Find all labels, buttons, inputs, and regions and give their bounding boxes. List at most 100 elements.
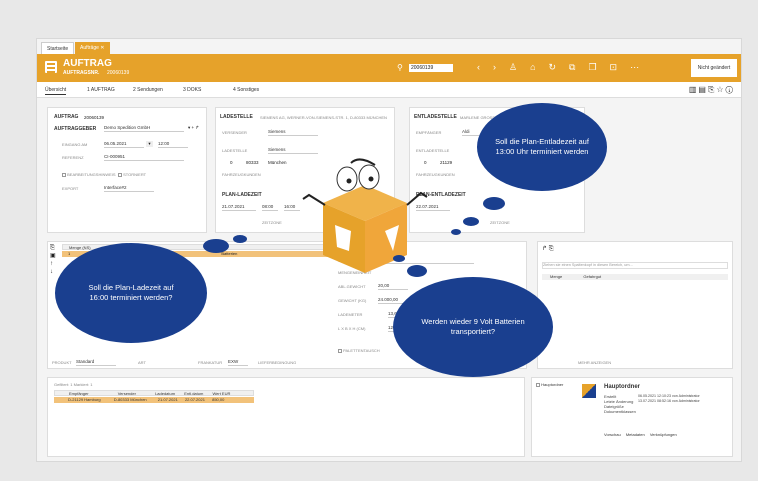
- field-label-3: LADEMETER: [338, 312, 363, 317]
- product-select[interactable]: Standard: [76, 359, 116, 366]
- menu-icon[interactable]: [45, 61, 57, 73]
- cell-shipper: D-80333 München: [113, 397, 147, 402]
- loading-place-label: LADESTELLE: [222, 148, 248, 153]
- view-toggle-icons[interactable]: ▥▤⎘☆ⓘ: [689, 85, 735, 95]
- panel-title: AUFTRAG: [54, 114, 79, 120]
- main-folder-check-label: Hauptordner: [541, 382, 564, 387]
- main-folder-checkbox[interactable]: Hauptordner: [536, 382, 563, 387]
- row-goods: Batterien: [221, 251, 238, 256]
- side-grid-panel: ↱ ⎘ Ziehen sie einen Spaltenkopf in dies…: [537, 241, 733, 369]
- tab-links[interactable]: Verknüpfungen: [650, 432, 677, 437]
- cloud-bubble: [451, 229, 461, 235]
- mascot-illustration: [302, 158, 428, 273]
- plan-loading-date[interactable]: 21.07.2021: [222, 204, 256, 211]
- field-label-4: L X B X H (CM): [338, 326, 366, 331]
- main-folder-title: Hauptordner: [604, 384, 640, 390]
- pallet-exchange-label: PALETTENTAUSCH: [343, 348, 380, 353]
- received-label: EINGANG AM: [62, 142, 88, 147]
- side-toolbar-icons[interactable]: ↱ ⎘: [542, 245, 554, 253]
- cancelled-label: STORNIERT: [123, 172, 147, 177]
- loading-title: LADESTELLE: [220, 114, 253, 120]
- col-value: Wert EUR: [212, 391, 231, 396]
- col-unload-date: Entl.datum: [184, 391, 204, 396]
- orders-grid-panel: Gefiltert: 1 Markiert: 1 Empfänger Verse…: [47, 377, 525, 457]
- meta-value-modified: 13.07.2021 08:52:16 von Administrator: [638, 399, 700, 403]
- tab-sonstiges[interactable]: 4 Sonstiges: [233, 87, 259, 93]
- delivery-terms-label: LIEFERBEDINGUNG: [258, 360, 297, 365]
- reference-field[interactable]: CI-000951: [104, 154, 184, 161]
- product-label: PRODUKT: [52, 360, 72, 365]
- order-panel: AUFTRAG 20060139 AUFTRAGGEBER Demo Spedi…: [47, 107, 207, 233]
- export-label: EXPORT: [62, 186, 79, 191]
- cloud-bubble: [203, 239, 229, 253]
- field-label-1: ABL.GEWICHT: [338, 284, 366, 289]
- cell-consignee: D-21129 Hamburg: [68, 397, 101, 402]
- table-row[interactable]: D-21129 Hamburg D-80333 München 21.07.20…: [54, 397, 254, 403]
- tab-sendungen[interactable]: 2 Sendungen: [133, 87, 163, 93]
- client-field[interactable]: Demo Spedition GmbH: [104, 125, 184, 132]
- loading-country: 0: [230, 160, 233, 165]
- unloading-timezone-label: ZEITZONE: [490, 220, 510, 225]
- tab-metadata[interactable]: Metadaten: [626, 432, 645, 437]
- status-badge: Nicht geändert: [691, 59, 737, 77]
- field-value-1[interactable]: 20,00: [378, 283, 408, 290]
- filter-status: Gefiltert: 1 Markiert: 1: [54, 382, 93, 387]
- col-quantity: Menge (NS): [69, 245, 91, 250]
- group-drop-area[interactable]: Ziehen sie einen Spaltenkopf in diesen B…: [542, 262, 728, 269]
- tab-doks[interactable]: 3 DOKS: [183, 87, 201, 93]
- position-toolbar-icons[interactable]: ⎘ ▣ ↑ ↓: [50, 244, 56, 276]
- tab-auftraege-label: Aufträge: [80, 45, 99, 51]
- close-icon[interactable]: ✕: [100, 45, 104, 51]
- cell-load-date: 21.07.2021: [157, 397, 178, 402]
- cell-unload-date: 22.07.2021: [184, 397, 205, 402]
- loading-timezone-label: ZEITZONE: [262, 220, 282, 225]
- received-time-field[interactable]: 12:00: [158, 141, 188, 148]
- cancelled-checkbox[interactable]: STORNIERT: [118, 172, 146, 177]
- tab-uebersicht[interactable]: Übersicht: [45, 87, 67, 95]
- header-toolbar-icons[interactable]: ‹›♙⌂↻⧉❐⊡⋯: [477, 62, 652, 73]
- record-header: AUFTRAG AUFTRAGSNR. 20060139 ⚲ 20060139 …: [37, 54, 741, 82]
- client-label: AUFTRAGGEBER: [54, 126, 97, 132]
- client-actions-icon[interactable]: ▾ + ↱: [188, 125, 199, 131]
- search-input[interactable]: 20060139: [409, 64, 453, 72]
- row-quantity: 1: [68, 251, 71, 256]
- search-icon[interactable]: ⚲: [397, 63, 403, 72]
- cloud-bubble: [407, 265, 427, 277]
- col-shipper: Versender: [117, 391, 136, 396]
- show-more-link[interactable]: MEHR ANZEIGEN: [578, 360, 611, 365]
- unloading-title: ENTLADESTELLE: [414, 114, 457, 120]
- order-number-value: 20060139: [107, 70, 130, 76]
- processing-note-label: BEARBEITUNGSHINWEIS: [67, 172, 116, 177]
- col-consignee: Empfänger: [69, 391, 89, 396]
- cloud-bubble: [463, 217, 479, 226]
- plan-loading-from[interactable]: 08:00: [262, 204, 278, 211]
- reference-label: REFERENZ: [62, 155, 84, 160]
- side-col-hazard: Gefahrgut: [583, 274, 602, 279]
- unloading-zip: 21129: [440, 160, 453, 165]
- document-tabs[interactable]: Vorschau Metadaten Verknüpfungen: [604, 432, 677, 437]
- freight-terms-select[interactable]: EXW: [228, 359, 248, 366]
- calendar-icon[interactable]: ▾: [146, 141, 153, 147]
- loading-city: München: [268, 160, 287, 165]
- cloud-bubble: [233, 235, 247, 243]
- tab-auftrag[interactable]: 1 AUFTRAG: [87, 87, 115, 93]
- pallet-exchange-checkbox[interactable]: PALETTENTAUSCH: [338, 348, 380, 353]
- side-grid-header: Menge Gefahrgut: [542, 274, 728, 280]
- processing-note-checkbox[interactable]: BEARBEITUNGSHINWEIS: [62, 172, 116, 177]
- main-folder-meta-values: 06.05.2021 12:10:23 von Administrator 13…: [638, 394, 700, 404]
- freight-terms-label: FRANKATUR: [198, 360, 223, 365]
- tab-preview[interactable]: Vorschau: [604, 432, 621, 437]
- side-col-quantity: Menge: [550, 274, 563, 279]
- received-date-field[interactable]: 06.05.2021: [104, 141, 144, 148]
- export-select[interactable]: Interface#2: [104, 185, 154, 192]
- order-number-label: AUFTRAGSNR.: [63, 70, 100, 76]
- loading-zip: 80333: [246, 160, 259, 165]
- documents-panel: Hauptordner Hauptordner Erstellt Letzte …: [531, 377, 733, 457]
- meta-label-classes: Dokumentklassen: [604, 409, 636, 414]
- section-tabs: Übersicht 1 AUFTRAG 2 Sendungen 3 DOKS 4…: [37, 82, 741, 98]
- loading-subtitle: SIEMENS AG, WERNER-VON-SIEMENS-STR. 1, D…: [260, 115, 387, 120]
- tab-startseite[interactable]: Startseite: [41, 42, 75, 54]
- tab-auftraege[interactable]: Aufträge ✕: [75, 42, 110, 54]
- folder-cube-icon: [582, 384, 596, 398]
- plan-loading-title: PLAN-LADEZEIT: [222, 192, 262, 198]
